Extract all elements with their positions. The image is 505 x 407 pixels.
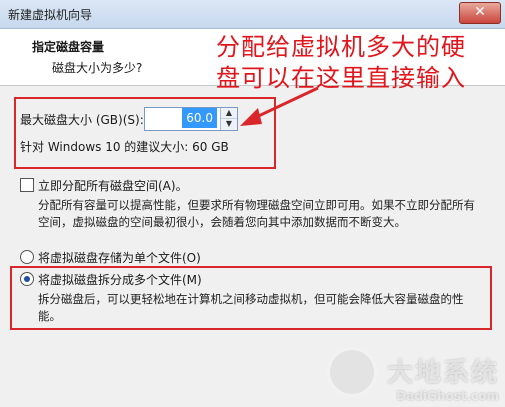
max-size-input[interactable]: 60.0 [182, 108, 217, 128]
watermark-brand: 大地系统 [386, 358, 499, 388]
spin-up-icon[interactable]: ▲ [221, 108, 237, 119]
max-size-spinbox[interactable]: 60.0 ▲ ▼ [144, 107, 238, 131]
spinner-arrows[interactable]: ▲ ▼ [220, 108, 237, 130]
allocate-description-2: 空间，虚拟磁盘的空间最初很小，会随着您向其中添加数据而不断变大。 [38, 215, 406, 229]
recommended-size-text: 针对 Windows 10 的建议大小: 60 GB [20, 140, 229, 154]
watermark: 大地系统 DadiGhost.com [327, 347, 499, 403]
split-description-2: 能。 [38, 309, 61, 323]
split-files-label[interactable]: 将虚拟磁盘拆分成多个文件(M) [38, 271, 202, 288]
single-file-radio[interactable] [20, 250, 34, 264]
allocate-description-1: 分配所有容量可以提高性能，但要求所有物理磁盘空间立即可用。如果不立即分配所有 [38, 198, 475, 212]
split-files-radio[interactable] [20, 272, 34, 286]
watermark-logo-icon [327, 347, 377, 397]
spin-down-icon[interactable]: ▼ [221, 119, 237, 129]
allocate-all-label[interactable]: 立即分配所有磁盘空间(A)。 [38, 177, 188, 194]
allocate-all-checkbox[interactable] [20, 178, 34, 192]
watermark-url: DadiGhost.com [396, 389, 499, 403]
single-file-label[interactable]: 将虚拟磁盘存储为单个文件(O) [38, 249, 201, 266]
max-size-label: 最大磁盘大小 (GB)(S): [20, 113, 144, 127]
split-description-1: 拆分磁盘后，可以更轻松地在计算机之间移动虚拟机，但可能会降低大容量磁盘的性 [38, 292, 464, 306]
